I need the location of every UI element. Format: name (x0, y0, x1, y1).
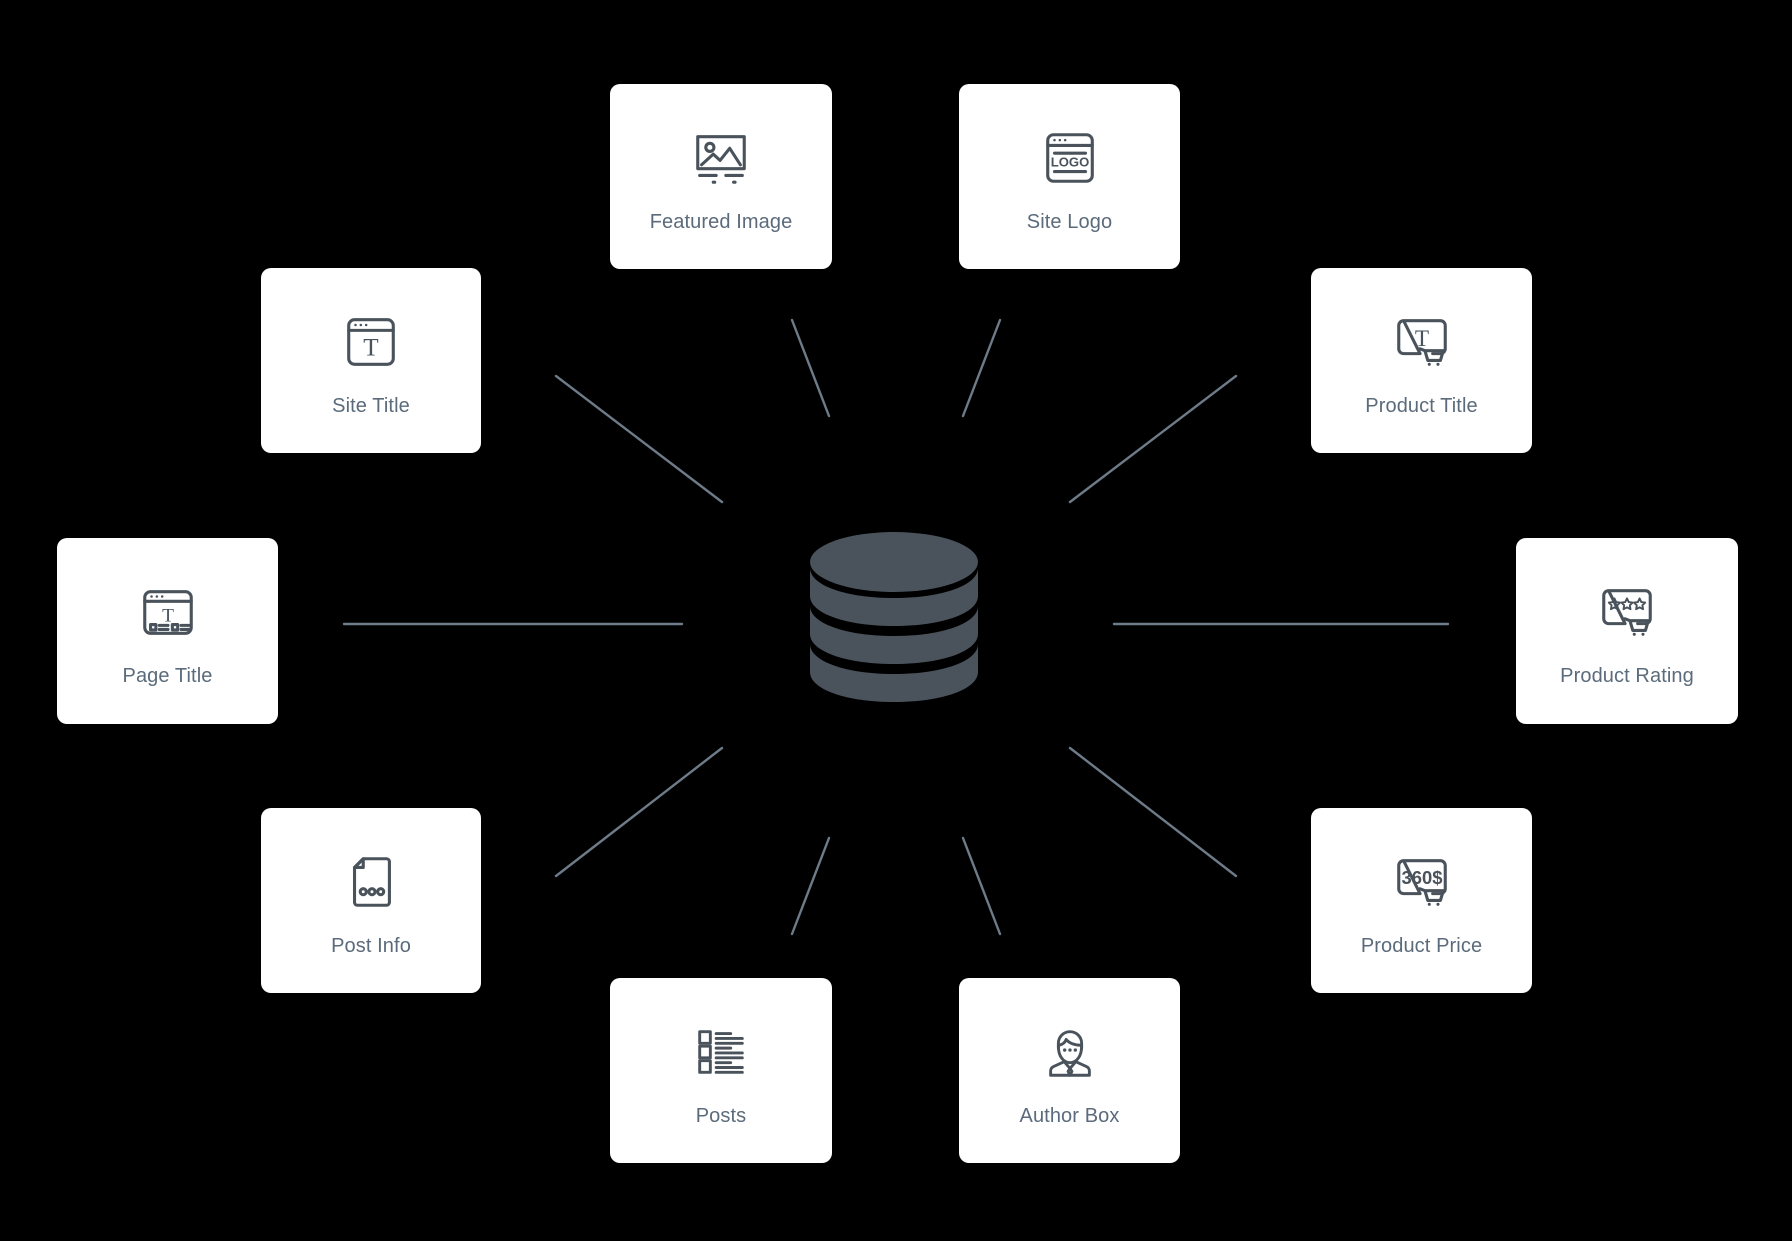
node-card-site-title[interactable]: T Site Title (261, 268, 481, 453)
node-card-post-info[interactable]: Post Info (261, 808, 481, 993)
node-card-product-rating[interactable]: Product Rating (1516, 538, 1738, 724)
node-label: Site Title (332, 394, 410, 417)
title-icon-text: T (363, 334, 378, 361)
person-suit-icon (1033, 1015, 1107, 1089)
diagram-canvas: Featured Image LOGO Site Logo T Site Tit… (0, 0, 1792, 1241)
connector-post-info (554, 746, 724, 878)
node-label: Product Title (1365, 394, 1478, 417)
list-posts-icon (684, 1015, 758, 1089)
node-card-site-logo[interactable]: LOGO Site Logo (959, 84, 1180, 269)
image-placeholder-icon (684, 121, 758, 195)
logo-icon-text: LOGO (1050, 154, 1088, 169)
connector-site-title (554, 374, 724, 504)
node-card-featured-image[interactable]: Featured Image (610, 84, 832, 269)
document-dots-icon (334, 845, 408, 919)
price-icon-text: 360$ (1401, 866, 1442, 887)
browser-logo-icon: LOGO (1033, 121, 1107, 195)
browser-text-icon: T (334, 305, 408, 379)
connector-posts (790, 836, 831, 936)
node-label: Product Rating (1560, 665, 1694, 687)
connector-product-price (1068, 746, 1238, 878)
node-label: Author Box (1019, 1104, 1120, 1127)
node-card-posts[interactable]: Posts (610, 978, 832, 1163)
node-card-author-box[interactable]: Author Box (959, 978, 1180, 1163)
node-card-product-price[interactable]: 360$ Product Price (1311, 808, 1532, 993)
database-icon (810, 532, 978, 702)
browser-page-text-icon: T (131, 575, 205, 649)
connector-featured-image (790, 318, 831, 418)
central-database-hub (806, 524, 982, 716)
node-label: Page Title (122, 665, 213, 687)
cart-text-icon: T (1385, 305, 1459, 379)
connector-site-logo (961, 318, 1002, 418)
cart-price-icon: 360$ (1385, 845, 1459, 919)
node-label: Site Logo (1026, 210, 1113, 233)
node-label: Post Info (331, 934, 411, 957)
node-label: Posts (695, 1104, 747, 1127)
node-card-page-title[interactable]: T Page Title (57, 538, 278, 724)
connector-author-box (961, 836, 1002, 936)
node-card-product-title[interactable]: T Product Title (1311, 268, 1532, 453)
node-label: Featured Image (649, 210, 793, 233)
connector-product-title (1068, 374, 1238, 504)
node-label: Product Price (1360, 934, 1483, 957)
cart-stars-icon (1590, 575, 1664, 649)
